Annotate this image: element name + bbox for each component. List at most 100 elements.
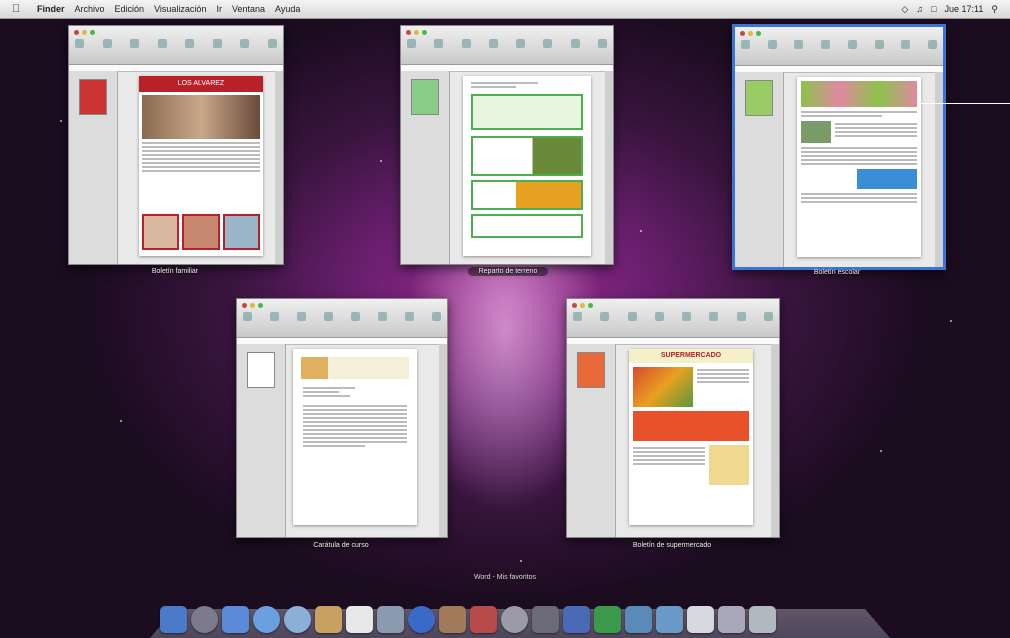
- document-page: LOS ALVAREZ: [139, 76, 263, 256]
- photo-row: [142, 214, 260, 250]
- ical-icon[interactable]: [346, 606, 373, 633]
- produce-photo: [633, 367, 693, 407]
- window-caption: Reparto de terreno: [468, 267, 548, 276]
- star: [60, 120, 62, 122]
- thumbnail-sidebar: [735, 72, 784, 267]
- window-caratula-curso[interactable]: [236, 298, 448, 538]
- star: [380, 160, 382, 162]
- menu-visualizacion[interactable]: Visualización: [149, 0, 211, 18]
- document-stack-icon[interactable]: [687, 606, 714, 633]
- safari-icon[interactable]: [253, 606, 280, 633]
- page-thumbnail: [79, 79, 107, 115]
- window-toolbar: [69, 26, 283, 65]
- window-caption: Boletín familiar: [151, 268, 199, 275]
- window-toolbar: [401, 26, 613, 65]
- green-block: [471, 94, 583, 130]
- window-controls: [242, 303, 263, 308]
- page-thumbnail: [411, 79, 439, 115]
- toolbar-icons: [573, 312, 773, 321]
- time-machine-icon[interactable]: [501, 606, 528, 633]
- ichat-icon[interactable]: [284, 606, 311, 633]
- system-preferences-icon[interactable]: [532, 606, 559, 633]
- mail-icon[interactable]: [222, 606, 249, 633]
- orange-panel: [633, 411, 749, 441]
- window-toolbar: [567, 299, 779, 338]
- header-band: [301, 357, 409, 379]
- photo: [801, 121, 831, 143]
- star: [640, 230, 642, 232]
- window-caption: Carátula de curso: [313, 542, 369, 549]
- window-toolbar: [237, 299, 447, 338]
- family-photo: [142, 95, 260, 139]
- star: [520, 560, 522, 562]
- window-controls: [572, 303, 593, 308]
- window-boletin-familiar[interactable]: LOS ALVAREZ: [68, 25, 284, 265]
- scrollbar[interactable]: [605, 71, 613, 264]
- iphoto-icon[interactable]: [439, 606, 466, 633]
- scrollbar[interactable]: [771, 344, 779, 537]
- tree-block: [471, 136, 583, 176]
- preview-icon[interactable]: [377, 606, 404, 633]
- window-boletin-escolar[interactable]: [732, 24, 946, 270]
- callout-line: [918, 103, 1010, 104]
- menu-bar:  Finder Archivo Edición Visualización I…: [0, 0, 1010, 19]
- address-book-icon[interactable]: [315, 606, 342, 633]
- thumbnail-sidebar: [69, 71, 118, 264]
- window-boletin-supermercado[interactable]: SUPERMERCADO: [566, 298, 780, 538]
- photo-blue: [857, 169, 917, 189]
- word-icon[interactable]: [563, 606, 590, 633]
- documents-folder-icon[interactable]: [656, 606, 683, 633]
- dock: [160, 597, 880, 633]
- document-page: [797, 77, 921, 257]
- scrollbar[interactable]: [439, 344, 447, 537]
- newsletter-title: LOS ALVAREZ: [139, 76, 263, 92]
- newsletter-title: SUPERMERCADO: [629, 349, 753, 363]
- excel-icon[interactable]: [594, 606, 621, 633]
- window-controls: [406, 30, 427, 35]
- dashboard-icon[interactable]: [191, 606, 218, 633]
- window-controls: [74, 30, 95, 35]
- spotlight-icon[interactable]: ⚲: [987, 0, 1002, 18]
- menu-finder[interactable]: Finder: [32, 0, 70, 18]
- window-controls: [740, 31, 761, 36]
- toolbar-icons: [243, 312, 441, 321]
- toolbar-icons: [407, 39, 607, 48]
- document-page: [463, 76, 591, 256]
- battery-icon[interactable]: □: [927, 0, 940, 18]
- wifi-icon[interactable]: ◇: [897, 0, 912, 18]
- menu-ventana[interactable]: Ventana: [227, 0, 270, 18]
- trash-icon[interactable]: [749, 606, 776, 633]
- footer-block: [471, 214, 583, 238]
- apple-icon[interactable]: : [12, 0, 24, 18]
- scrollbar[interactable]: [275, 71, 283, 264]
- scrollbar[interactable]: [935, 72, 943, 267]
- volume-icon[interactable]: ♫: [912, 0, 927, 18]
- flowers-block: [471, 180, 583, 210]
- window-reparto-terreno[interactable]: [400, 25, 614, 265]
- window-caption: Boletín de supermercado: [632, 542, 712, 549]
- clock[interactable]: Jue 17:11: [941, 0, 988, 18]
- finder-icon[interactable]: [160, 606, 187, 633]
- applications-folder-icon[interactable]: [625, 606, 652, 633]
- offer-box: [709, 445, 749, 485]
- menu-ayuda[interactable]: Ayuda: [270, 0, 305, 18]
- document-page: [293, 349, 417, 525]
- document-page: SUPERMERCADO: [629, 349, 753, 525]
- menu-edicion[interactable]: Edición: [110, 0, 150, 18]
- menu-ir[interactable]: Ir: [211, 0, 227, 18]
- window-toolbar: [735, 27, 943, 66]
- photo-booth-icon[interactable]: [470, 606, 497, 633]
- star: [950, 320, 952, 322]
- page-thumbnail: [745, 80, 773, 116]
- page-thumbnail: [247, 352, 275, 388]
- expose-status: Word - Mis favoritos: [473, 574, 537, 581]
- itunes-icon[interactable]: [408, 606, 435, 633]
- window-caption: Boletín escolar: [813, 269, 861, 276]
- thumbnail-sidebar: [567, 344, 616, 537]
- menu-archivo[interactable]: Archivo: [70, 0, 110, 18]
- school-banner: [801, 81, 917, 107]
- page-thumbnail: [577, 352, 605, 388]
- downloads-stack-icon[interactable]: [718, 606, 745, 633]
- thumbnail-sidebar: [401, 71, 450, 264]
- star: [120, 420, 122, 422]
